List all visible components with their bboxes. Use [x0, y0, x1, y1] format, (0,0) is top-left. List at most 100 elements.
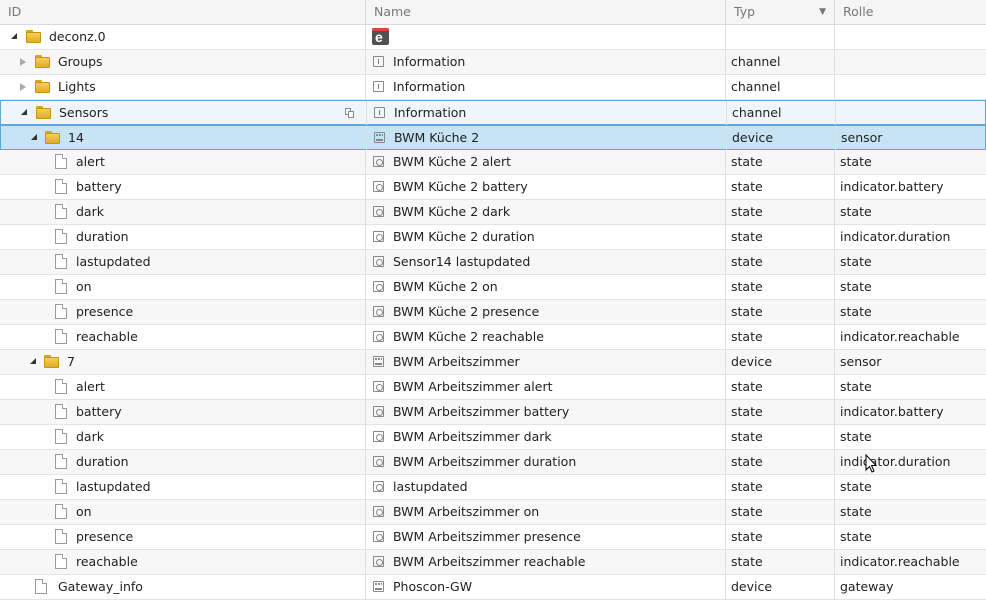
- table-row[interactable]: duration BWM Küche 2 duration state indicat…: [0, 225, 986, 250]
- role-cell: gateway: [840, 579, 894, 594]
- id-cell: duration: [0, 450, 366, 474]
- id-cell: Sensors: [1, 101, 367, 125]
- table-row[interactable]: duration BWM Arbeitszimmer duration state i…: [0, 450, 986, 475]
- object-id-label: deconz.0: [49, 29, 106, 44]
- column-header-id[interactable]: ID: [0, 0, 366, 25]
- table-row[interactable]: battery BWM Arbeitszimmer battery state ind…: [0, 400, 986, 425]
- column-header-type[interactable]: Typ ▼: [726, 0, 835, 25]
- table-row[interactable]: dark BWM Arbeitszimmer dark state state: [0, 425, 986, 450]
- table-row[interactable]: alert BWM Arbeitszimmer alert state state: [0, 375, 986, 400]
- table-row[interactable]: presence BWM Arbeitszimmer presence state s…: [0, 525, 986, 550]
- name-cell: BWM Küche 2 presence: [366, 300, 726, 324]
- object-id-label: on: [76, 504, 92, 519]
- table-row[interactable]: 14 BWM Küche 2 device sensor: [0, 125, 986, 150]
- object-name-label: BWM Arbeitszimmer dark: [393, 429, 552, 444]
- type-cell: device: [726, 350, 835, 374]
- sort-dropdown-icon[interactable]: ▼: [819, 0, 826, 24]
- object-id-label: duration: [76, 454, 129, 469]
- id-cell: alert: [0, 150, 366, 174]
- table-row[interactable]: lastupdated Sensor14 lastupdated state stat…: [0, 250, 986, 275]
- device-icon: [373, 356, 384, 367]
- type-cell: [726, 25, 835, 49]
- table-row[interactable]: deconz.0: [0, 25, 986, 50]
- table-row[interactable]: 7 BWM Arbeitszimmer device sensor: [0, 350, 986, 375]
- column-header-role[interactable]: Rolle: [835, 0, 986, 25]
- state-icon: [373, 306, 384, 317]
- table-row[interactable]: Sensors Information channel: [0, 100, 986, 125]
- id-cell: battery: [0, 400, 366, 424]
- object-id-label: 14: [68, 130, 84, 145]
- object-id-label: Lights: [58, 79, 96, 94]
- role-cell: state: [840, 529, 872, 544]
- table-row[interactable]: alert BWM Küche 2 alert state state: [0, 150, 986, 175]
- file-icon: [55, 479, 67, 494]
- type-cell: state: [726, 375, 835, 399]
- object-id-label: on: [76, 279, 92, 294]
- role-cell: state: [840, 479, 872, 494]
- column-header-type-label: Typ: [734, 4, 756, 19]
- column-header-name[interactable]: Name: [366, 0, 726, 25]
- expand-toggle-icon[interactable]: [31, 134, 37, 140]
- object-name-label: Phoscon-GW: [393, 579, 473, 594]
- name-cell: BWM Arbeitszimmer reachable: [366, 550, 726, 574]
- object-id-label: battery: [76, 179, 122, 194]
- table-row[interactable]: Gateway_info Phoscon-GW device gateway: [0, 575, 986, 600]
- object-id-label: alert: [76, 154, 105, 169]
- name-cell: BWM Küche 2 alert: [366, 150, 726, 174]
- table-row[interactable]: Lights Information channel: [0, 75, 986, 100]
- id-cell: dark: [0, 200, 366, 224]
- folder-icon: [35, 55, 50, 68]
- id-cell: deconz.0: [0, 25, 366, 49]
- object-id-label: reachable: [76, 554, 138, 569]
- collapse-toggle-icon[interactable]: [20, 58, 26, 66]
- type-cell: state: [726, 175, 835, 199]
- file-icon: [55, 304, 67, 319]
- state-icon: [373, 181, 384, 192]
- table-row[interactable]: dark BWM Küche 2 dark state state: [0, 200, 986, 225]
- object-id-label: Groups: [58, 54, 103, 69]
- table-row[interactable]: battery BWM Küche 2 battery state indicator…: [0, 175, 986, 200]
- object-name-label: Information: [393, 79, 466, 94]
- table-row[interactable]: on BWM Arbeitszimmer on state state: [0, 500, 986, 525]
- object-id-label: dark: [76, 204, 104, 219]
- table-row[interactable]: on BWM Küche 2 on state state: [0, 275, 986, 300]
- name-cell: BWM Küche 2 battery: [366, 175, 726, 199]
- role-cell: sensor: [841, 130, 883, 145]
- name-cell: BWM Arbeitszimmer dark: [366, 425, 726, 449]
- state-icon: [373, 231, 384, 242]
- expand-toggle-icon[interactable]: [21, 109, 27, 115]
- table-row[interactable]: presence BWM Küche 2 presence state state: [0, 300, 986, 325]
- type-cell: state: [726, 525, 835, 549]
- name-cell: BWM Arbeitszimmer: [366, 350, 726, 374]
- state-icon: [373, 556, 384, 567]
- state-icon: [373, 531, 384, 542]
- id-cell: on: [0, 275, 366, 299]
- expand-toggle-icon[interactable]: [11, 33, 17, 39]
- state-icon: [373, 506, 384, 517]
- object-name-label: BWM Arbeitszimmer duration: [393, 454, 577, 469]
- role-cell: state: [840, 154, 872, 169]
- copy-icon[interactable]: [345, 108, 354, 118]
- file-icon: [55, 204, 67, 219]
- object-name-label: BWM Küche 2: [394, 130, 480, 145]
- file-icon: [55, 329, 67, 344]
- name-cell: [366, 25, 726, 49]
- table-row[interactable]: Groups Information channel: [0, 50, 986, 75]
- folder-icon: [45, 131, 60, 144]
- type-cell: state: [726, 300, 835, 324]
- object-name-label: BWM Arbeitszimmer battery: [393, 404, 570, 419]
- type-cell: state: [726, 325, 835, 349]
- state-icon: [373, 431, 384, 442]
- adapter-logo-icon: [372, 25, 389, 49]
- table-row[interactable]: reachable BWM Arbeitszimmer reachable stat…: [0, 550, 986, 575]
- object-name-label: BWM Arbeitszimmer: [393, 354, 520, 369]
- type-cell: state: [726, 200, 835, 224]
- expand-toggle-icon[interactable]: [30, 358, 36, 364]
- table-row[interactable]: lastupdated lastupdated state state: [0, 475, 986, 500]
- type-cell: state: [726, 275, 835, 299]
- type-cell: state: [726, 150, 835, 174]
- object-tree-table: deconz.0 Groups Information channel Lights In…: [0, 25, 986, 600]
- table-row[interactable]: reachable BWM Küche 2 reachable state indic…: [0, 325, 986, 350]
- file-icon: [55, 254, 67, 269]
- collapse-toggle-icon[interactable]: [20, 83, 26, 91]
